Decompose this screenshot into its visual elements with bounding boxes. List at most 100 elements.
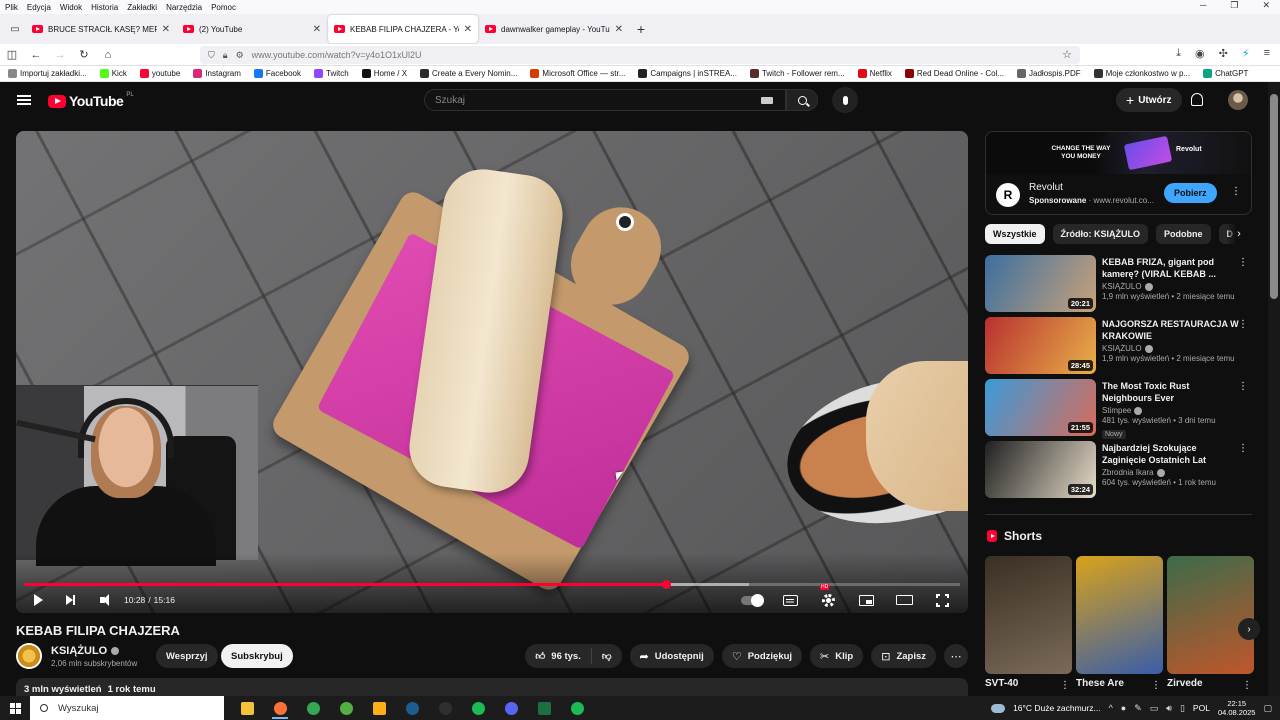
channel-name[interactable]: KSIĄŻULO [1102, 344, 1142, 353]
scrollbar[interactable] [1268, 82, 1280, 696]
join-button[interactable]: Wesprzyj [156, 644, 218, 668]
recommendation-channel[interactable]: Zbrodnia Ikara [1102, 468, 1240, 477]
bookmark-item[interactable]: Kick [99, 69, 127, 78]
recommendation-item[interactable]: 21:55 The Most Toxic Rust Neighbours Ever… [985, 379, 1252, 441]
account-avatar[interactable] [1228, 90, 1248, 110]
chip-related[interactable]: Podobne [1156, 224, 1211, 244]
more-vertical-icon[interactable]: ⋮ [1238, 381, 1248, 392]
more-actions-button[interactable]: ⋯ [944, 644, 968, 668]
channel-name[interactable]: KSIĄŻULO [51, 645, 120, 657]
video-thumbnail[interactable]: 21:55 [985, 379, 1096, 436]
short-title[interactable]: Zirvede [1167, 678, 1237, 689]
ad-download-button[interactable]: Pobierz [1164, 183, 1217, 203]
description-box[interactable]: 3 mln wyświetleń 1 rok temu [16, 678, 968, 696]
like-button[interactable]: 👍︎ 96 tys. [525, 648, 592, 664]
bookmark-item[interactable]: Netflix [857, 69, 892, 78]
app-menu-icon[interactable]: ≡ [1264, 47, 1270, 60]
voice-search-button[interactable] [832, 87, 858, 113]
chip-source[interactable]: Źródło: KSIĄŻULO [1052, 224, 1149, 244]
thanks-button[interactable]: ♡ Podziękuj [721, 644, 803, 668]
tab-bruce[interactable]: BRUCE STRACIŁ KASĘ? MERGHANI ✕ [26, 15, 176, 43]
forward-icon[interactable]: → [48, 49, 72, 61]
close-tab-icon[interactable]: ✕ [615, 24, 623, 35]
bookmark-item[interactable]: Create a Every Nomin... [420, 69, 517, 78]
tab-list-icon[interactable]: ▭ [4, 18, 26, 40]
recommendation-title[interactable]: KEBAB FRIZA, gigant pod kamerę? (VIRAL K… [1102, 256, 1240, 280]
bookmark-item[interactable]: Home / X [361, 69, 407, 78]
mute-button[interactable] [86, 589, 118, 611]
taskbar-app-xbox-icon[interactable] [335, 697, 357, 719]
shield-icon[interactable]: ⛉ [208, 50, 215, 61]
taskbar-app-app-icon[interactable] [500, 697, 522, 719]
url-text[interactable]: www.youtube.com/watch?v=y4o1O1xUl2U [252, 50, 422, 60]
extensions-icon[interactable]: ✣ [1219, 47, 1228, 60]
create-button[interactable]: + Utwórz [1116, 88, 1182, 112]
recommendation-title[interactable]: The Most Toxic Rust Neighbours Ever [1102, 380, 1240, 404]
extension-icon[interactable]: ⚡︎ [1242, 47, 1250, 60]
menu-tools[interactable]: Narzędzia [166, 3, 202, 12]
video-thumbnail[interactable]: 32:24 [985, 441, 1096, 498]
bookmark-item[interactable]: Red Dead Online - Col... [904, 69, 1004, 78]
recommendation-title[interactable]: Najbardziej Szokujące Zaginięcie Ostatni… [1102, 442, 1240, 466]
menu-history[interactable]: Historia [91, 3, 118, 12]
tab-dawnwalker[interactable]: dawnwalker gameplay - YouTube ✕ [479, 15, 629, 43]
url-bar[interactable]: ⛉ 🔒︎ ⚙︎ www.youtube.com/watch?v=y4o1O1xU… [200, 46, 1080, 64]
more-vertical-icon[interactable]: ⋮ [1060, 680, 1070, 691]
channel-name[interactable]: Stimpee [1102, 406, 1131, 415]
miniplayer-button[interactable] [850, 589, 882, 611]
restore-icon[interactable]: ❐ [1230, 0, 1238, 11]
recommendation-item[interactable]: 20:21 KEBAB FRIZA, gigant pod kamerę? (VI… [985, 255, 1252, 317]
bookmark-item[interactable]: Campaigns | inSTREA... [638, 69, 737, 78]
menu-view[interactable]: Widok [60, 3, 82, 12]
close-tab-icon[interactable]: ✕ [464, 24, 472, 35]
fullscreen-button[interactable] [926, 589, 958, 611]
more-vertical-icon[interactable]: ⋮ [1151, 680, 1161, 691]
bookmark-item[interactable]: Twitch [314, 69, 349, 78]
menu-help[interactable]: Pomoc [211, 3, 236, 12]
keyboard-icon[interactable] [761, 97, 773, 104]
short-thumbnail[interactable] [1076, 556, 1163, 674]
taskbar-search[interactable]: Wyszukaj [30, 696, 224, 720]
chip-all[interactable]: Wszystkie [985, 224, 1045, 244]
ad-card[interactable]: CHANGE THE WAY YOU MONEY Revolut R Revol… [985, 131, 1252, 215]
permissions-icon[interactable]: ⚙︎ [236, 50, 244, 61]
subscribe-button[interactable]: Subskrybuj [221, 644, 293, 668]
scrollbar-thumb[interactable] [1270, 94, 1278, 299]
autoplay-toggle[interactable] [736, 589, 768, 611]
recommendation-channel[interactable]: KSIĄŻULO [1102, 344, 1240, 353]
short-thumbnail[interactable] [985, 556, 1072, 674]
account-icon[interactable]: ◉ [1195, 47, 1205, 60]
dislike-button[interactable]: 👎︎ [592, 650, 622, 662]
subtitles-button[interactable] [774, 589, 806, 611]
menu-bookmarks[interactable]: Zakładki [127, 3, 157, 12]
youtube-logo[interactable]: YouTube PL [48, 92, 134, 109]
taskbar-app-spotify-2-icon[interactable] [566, 697, 588, 719]
recommendation-item[interactable]: 28:45 NAJGORSZA RESTAURACJA W KRAKOWIE KSI… [985, 317, 1252, 379]
short-item[interactable]: SVT-40 ⋮ [985, 556, 1072, 696]
chevron-right-icon[interactable]: › [1226, 224, 1252, 244]
weather-text[interactable]: 16°C Duże zachmurz... [1013, 703, 1101, 713]
recommendation-title[interactable]: NAJGORSZA RESTAURACJA W KRAKOWIE [1102, 318, 1240, 342]
taskbar-app-steam-icon[interactable] [401, 697, 423, 719]
taskbar-app-excel-icon[interactable] [533, 697, 555, 719]
next-button[interactable] [54, 589, 86, 611]
share-button[interactable]: ➦ Udostępnij [629, 644, 714, 668]
short-title[interactable]: SVT-40 [985, 678, 1055, 689]
taskbar-app-rockstar-icon[interactable] [368, 697, 390, 719]
bookmark-item[interactable]: Instagram [193, 69, 241, 78]
channel-name[interactable]: Zbrodnia Ikara [1102, 468, 1154, 477]
play-button[interactable] [22, 589, 54, 611]
menu-file[interactable]: Plik [5, 3, 18, 12]
close-window-icon[interactable]: ✕ [1262, 0, 1270, 11]
close-tab-icon[interactable]: ✕ [313, 24, 321, 35]
save-button[interactable]: ⊡ Zapisz [871, 644, 936, 668]
network-icon[interactable]: ▭ [1150, 703, 1159, 714]
short-title[interactable]: These Are [1076, 678, 1146, 689]
menu-edit[interactable]: Edycja [27, 3, 51, 12]
lock-icon[interactable]: 🔒︎ [223, 50, 228, 61]
channel-avatar[interactable] [16, 643, 42, 669]
bookmark-item[interactable]: Moje członkostwo w p... [1093, 69, 1190, 78]
notifications-bell-icon[interactable] [1191, 93, 1203, 106]
start-button[interactable] [0, 696, 30, 720]
more-vertical-icon[interactable]: ⋮ [1242, 680, 1252, 691]
